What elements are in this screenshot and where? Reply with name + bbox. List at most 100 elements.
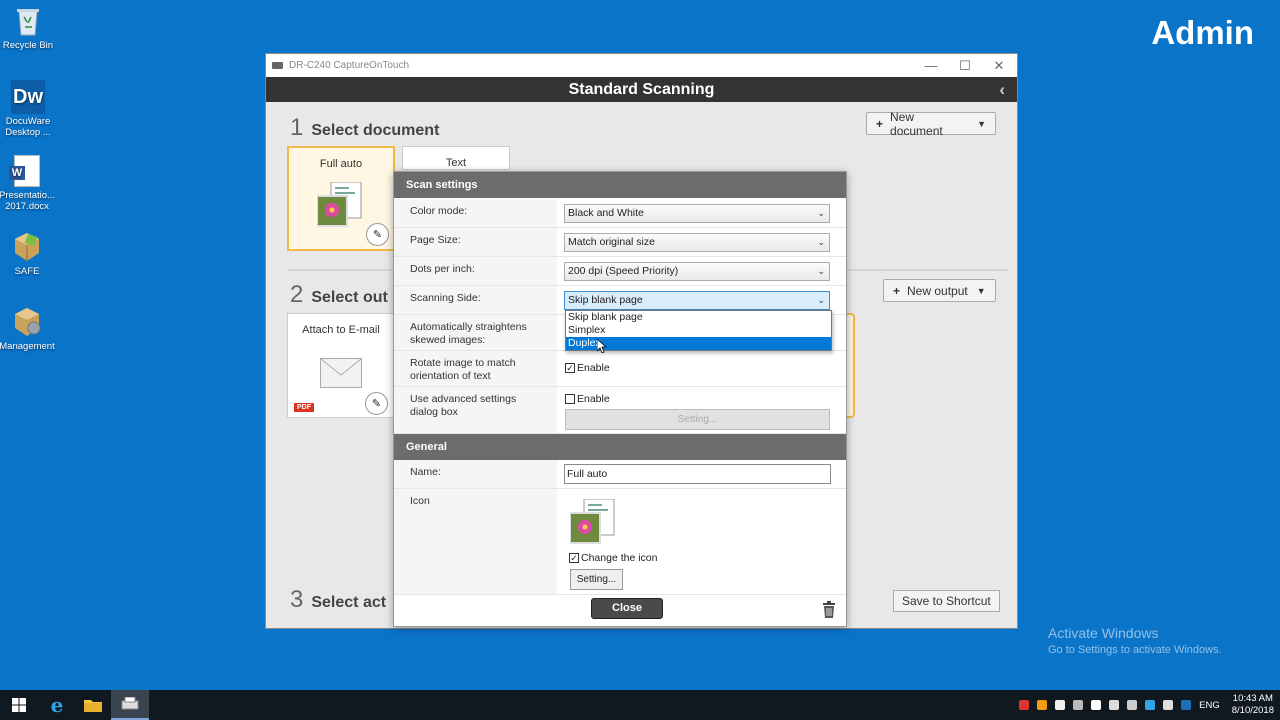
advanced-setting-button[interactable]: Setting... (565, 409, 830, 430)
app-header: Standard Scanning ‹ (266, 77, 1017, 102)
select-value: Black and White (568, 207, 644, 219)
clock-time: 10:43 AM (1232, 693, 1273, 704)
rotate-label: Rotate image to match orientation of tex… (394, 351, 557, 386)
tray-icon-7[interactable] (1145, 700, 1156, 710)
step-label: Select out (311, 289, 388, 306)
new-document-button[interactable]: + New document ▼ (866, 109, 996, 138)
scanning-side-label: Scanning Side: (394, 286, 557, 314)
plus-icon: + (893, 283, 901, 298)
chevron-down-icon: ⌄ (817, 295, 825, 305)
step-number: 2 (290, 281, 304, 308)
scan-settings-heading: Scan settings (394, 172, 846, 198)
window-titlebar[interactable]: DR-C240 CaptureOnTouch (266, 54, 1017, 77)
close-window-button[interactable]: ✕ (982, 54, 1016, 77)
row-advanced: Use advanced settings dialog box Enable … (394, 387, 846, 434)
scanner-icon (272, 62, 283, 69)
name-input[interactable]: Full auto (564, 464, 831, 484)
card-attach-email[interactable]: Attach to E-mail PDF ✎ (287, 313, 395, 418)
clock[interactable]: 10:43 AM 8/10/2018 (1232, 693, 1274, 717)
tray-icon-5[interactable] (1091, 700, 1102, 710)
edit-pencil-icon[interactable]: ✎ (366, 223, 389, 246)
caret-down-icon: ▼ (977, 118, 986, 129)
icon-label: Icon (394, 489, 557, 594)
scan-settings-dialog: Scan settings Color mode: Black and Whit… (393, 171, 847, 627)
icon-setting-button[interactable]: Setting... (570, 569, 623, 590)
folder-icon (84, 700, 102, 712)
word-glyph: W (9, 166, 25, 180)
change-icon-checkbox[interactable]: ✓ Change the icon (569, 552, 657, 564)
scanner-icon (121, 697, 139, 710)
docuware-glyph: Dw (13, 85, 43, 108)
scanner-app-taskbar-button[interactable] (111, 690, 149, 720)
close-dialog-button[interactable]: Close (591, 598, 663, 619)
mouse-cursor-icon (596, 338, 608, 356)
internet-explorer-icon: e (50, 693, 64, 717)
page-size-select[interactable]: Match original size ⌄ (564, 233, 830, 252)
desktop-icon-label: SAFE (14, 266, 40, 277)
minimize-button[interactable]: — (914, 54, 948, 77)
volume-icon[interactable] (1163, 700, 1174, 710)
recycle-bin-icon (11, 4, 45, 38)
chevron-down-icon: ⌄ (817, 237, 825, 247)
document-image-icon (569, 498, 620, 548)
desktop-icon-management[interactable]: Management (0, 305, 57, 352)
checkbox-label: Enable (577, 393, 610, 405)
card-text[interactable]: Text (402, 146, 510, 170)
admin-label: Admin (1151, 14, 1254, 51)
tray-icon-3[interactable] (1055, 700, 1066, 710)
start-button[interactable] (0, 690, 38, 720)
safe-package-icon (10, 230, 44, 264)
select-value: Match original size (568, 236, 655, 248)
page-size-label: Page Size: (394, 228, 557, 256)
back-chevron-icon[interactable]: ‹ (999, 77, 1005, 102)
card-label: Attach to E-mail (302, 324, 380, 336)
rotate-enable-checkbox[interactable]: ✓ Enable (565, 362, 610, 374)
tray-icon-1[interactable] (1019, 700, 1030, 710)
system-tray: ENG 10:43 AM 8/10/2018 (1015, 690, 1280, 720)
trash-icon[interactable] (822, 601, 836, 621)
scanning-side-select[interactable]: Skip blank page ⌄ (564, 291, 830, 310)
language-indicator[interactable]: ENG (1199, 700, 1220, 711)
network-icon[interactable] (1127, 700, 1138, 710)
internet-explorer-taskbar-button[interactable]: e (38, 690, 76, 720)
plus-icon: + (876, 116, 884, 131)
taskbar: e ENG 10:43 AM 8/10/2018 (0, 690, 1280, 720)
row-color-mode: Color mode: Black and White ⌄ (394, 199, 846, 228)
tray-icon-2[interactable] (1037, 700, 1048, 710)
chevron-down-icon: ⌄ (817, 266, 825, 276)
edit-pencil-icon[interactable]: ✎ (365, 392, 388, 415)
clock-date: 8/10/2018 (1231, 705, 1274, 716)
desktop-icon-word-document[interactable]: W Presentatio... 2017.docx (0, 154, 57, 212)
color-mode-select[interactable]: Black and White ⌄ (564, 204, 830, 223)
row-rotate: Rotate image to match orientation of tex… (394, 351, 846, 387)
docuware-icon: Dw (11, 80, 45, 114)
checkbox-label: Change the icon (581, 552, 658, 564)
row-name: Name: Full auto (394, 460, 846, 489)
dropdown-option-skip-blank[interactable]: Skip blank page (566, 311, 831, 324)
tray-icon-6[interactable] (1109, 700, 1120, 710)
dpi-select[interactable]: 200 dpi (Speed Priority) ⌄ (564, 262, 830, 281)
word-document-icon: W (9, 154, 44, 188)
step-label: Select act (311, 594, 387, 611)
save-to-shortcut-button[interactable]: Save to Shortcut (893, 590, 1000, 612)
desktop-icon-docuware[interactable]: Dw DocuWare Desktop ... (0, 80, 58, 138)
tray-icon-4[interactable] (1073, 700, 1084, 710)
windows-logo-icon (12, 698, 26, 712)
button-label: New document (890, 109, 943, 138)
maximize-button[interactable]: ☐ (948, 54, 982, 77)
file-explorer-taskbar-button[interactable] (74, 690, 112, 720)
general-heading: General (394, 434, 846, 460)
desktop-icon-safe[interactable]: SAFE (0, 230, 57, 277)
step-1-title: 1 Select document (290, 114, 439, 142)
step-2-title: 2 Select out (290, 281, 388, 309)
name-label: Name: (394, 460, 557, 488)
desktop-icon-recycle-bin[interactable]: Recycle Bin (0, 4, 58, 51)
desktop-icon-label: Management (0, 341, 55, 352)
docuware-tray-icon[interactable] (1181, 700, 1192, 710)
window-title: DR-C240 CaptureOnTouch (289, 60, 410, 71)
card-full-auto[interactable]: Full auto ✎ (287, 146, 395, 251)
dropdown-option-simplex[interactable]: Simplex (566, 324, 831, 337)
advanced-enable-checkbox[interactable]: Enable (565, 393, 610, 405)
row-icon: Icon ✓ Change the icon Setting... (394, 489, 846, 595)
new-output-button[interactable]: + New output ▼ (883, 279, 996, 302)
